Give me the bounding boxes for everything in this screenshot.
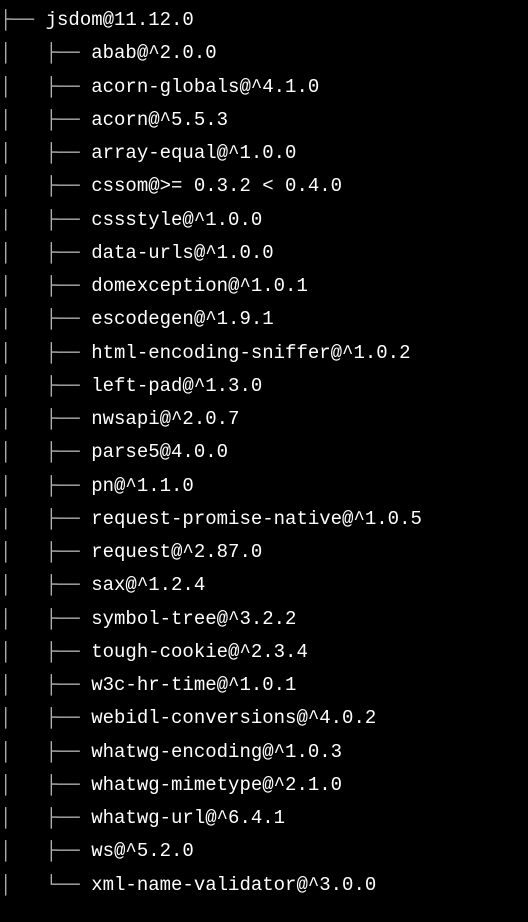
tree-child: │ ├── whatwg-url@^6.4.1 [0, 802, 528, 835]
tree-branch: │ ├── [0, 109, 91, 131]
package-label: cssom@>= 0.3.2 < 0.4.0 [91, 175, 342, 197]
tree-branch: │ ├── [0, 541, 91, 563]
tree-child: │ ├── cssstyle@^1.0.0 [0, 204, 528, 237]
tree-branch: ├── [0, 9, 46, 31]
package-label: cssstyle@^1.0.0 [91, 209, 262, 231]
tree-child: │ └── xml-name-validator@^3.0.0 [0, 869, 528, 902]
tree-branch: │ ├── [0, 408, 91, 430]
package-label: abab@^2.0.0 [91, 42, 216, 64]
package-label: xml-name-validator@^3.0.0 [91, 874, 376, 896]
tree-root: ├── jsdom@11.12.0 [0, 4, 528, 37]
package-label: html-encoding-sniffer@^1.0.2 [91, 342, 410, 364]
tree-branch: │ ├── [0, 475, 91, 497]
package-label: symbol-tree@^3.2.2 [91, 608, 296, 630]
tree-branch: │ ├── [0, 441, 91, 463]
tree-child: │ ├── parse5@4.0.0 [0, 436, 528, 469]
tree-child: │ ├── acorn@^5.5.3 [0, 104, 528, 137]
tree-branch: │ ├── [0, 707, 91, 729]
tree-child: │ ├── webidl-conversions@^4.0.2 [0, 702, 528, 735]
package-label: w3c-hr-time@^1.0.1 [91, 674, 296, 696]
tree-branch: │ ├── [0, 807, 91, 829]
package-label: pn@^1.1.0 [91, 475, 194, 497]
package-label: jsdom@11.12.0 [46, 9, 194, 31]
package-label: whatwg-url@^6.4.1 [91, 807, 285, 829]
tree-child: │ ├── abab@^2.0.0 [0, 37, 528, 70]
package-label: array-equal@^1.0.0 [91, 142, 296, 164]
tree-branch: │ ├── [0, 840, 91, 862]
package-label: sax@^1.2.4 [91, 574, 205, 596]
package-label: request-promise-native@^1.0.5 [91, 508, 422, 530]
tree-branch: │ ├── [0, 342, 91, 364]
tree-branch: │ ├── [0, 508, 91, 530]
package-label: ws@^5.2.0 [91, 840, 194, 862]
package-label: domexception@^1.0.1 [91, 275, 308, 297]
tree-child: │ ├── whatwg-encoding@^1.0.3 [0, 736, 528, 769]
tree-branch: │ ├── [0, 209, 91, 231]
package-label: parse5@4.0.0 [91, 441, 228, 463]
tree-child: │ ├── pn@^1.1.0 [0, 470, 528, 503]
package-label: webidl-conversions@^4.0.2 [91, 707, 376, 729]
tree-branch: │ ├── [0, 42, 91, 64]
tree-branch: │ ├── [0, 641, 91, 663]
tree-branch: │ ├── [0, 76, 91, 98]
tree-child: │ ├── sax@^1.2.4 [0, 569, 528, 602]
tree-branch: │ ├── [0, 375, 91, 397]
tree-branch: │ ├── [0, 574, 91, 596]
tree-child: │ ├── cssom@>= 0.3.2 < 0.4.0 [0, 170, 528, 203]
tree-child: │ ├── request-promise-native@^1.0.5 [0, 503, 528, 536]
package-label: request@^2.87.0 [91, 541, 262, 563]
tree-child: │ ├── data-urls@^1.0.0 [0, 237, 528, 270]
package-label: whatwg-mimetype@^2.1.0 [91, 774, 342, 796]
tree-child: │ ├── symbol-tree@^3.2.2 [0, 603, 528, 636]
tree-child: │ ├── whatwg-mimetype@^2.1.0 [0, 769, 528, 802]
tree-branch: │ └── [0, 874, 91, 896]
package-label: whatwg-encoding@^1.0.3 [91, 741, 342, 763]
tree-child: │ ├── request@^2.87.0 [0, 536, 528, 569]
package-label: acorn@^5.5.3 [91, 109, 228, 131]
tree-child: │ ├── domexception@^1.0.1 [0, 270, 528, 303]
tree-branch: │ ├── [0, 308, 91, 330]
tree-branch: │ ├── [0, 142, 91, 164]
package-label: tough-cookie@^2.3.4 [91, 641, 308, 663]
dependency-tree: ├── jsdom@11.12.0│ ├── abab@^2.0.0│ ├── … [0, 0, 528, 902]
tree-child: │ ├── html-encoding-sniffer@^1.0.2 [0, 337, 528, 370]
package-label: nwsapi@^2.0.7 [91, 408, 239, 430]
tree-child: │ ├── left-pad@^1.3.0 [0, 370, 528, 403]
tree-child: │ ├── w3c-hr-time@^1.0.1 [0, 669, 528, 702]
tree-child: │ ├── tough-cookie@^2.3.4 [0, 636, 528, 669]
tree-branch: │ ├── [0, 774, 91, 796]
package-label: acorn-globals@^4.1.0 [91, 76, 319, 98]
package-label: left-pad@^1.3.0 [91, 375, 262, 397]
tree-branch: │ ├── [0, 741, 91, 763]
tree-branch: │ ├── [0, 275, 91, 297]
tree-branch: │ ├── [0, 242, 91, 264]
tree-child: │ ├── escodegen@^1.9.1 [0, 303, 528, 336]
tree-child: │ ├── ws@^5.2.0 [0, 835, 528, 868]
package-label: escodegen@^1.9.1 [91, 308, 273, 330]
tree-child: │ ├── nwsapi@^2.0.7 [0, 403, 528, 436]
tree-branch: │ ├── [0, 608, 91, 630]
tree-child: │ ├── acorn-globals@^4.1.0 [0, 71, 528, 104]
package-label: data-urls@^1.0.0 [91, 242, 273, 264]
tree-child: │ ├── array-equal@^1.0.0 [0, 137, 528, 170]
tree-branch: │ ├── [0, 674, 91, 696]
tree-branch: │ ├── [0, 175, 91, 197]
